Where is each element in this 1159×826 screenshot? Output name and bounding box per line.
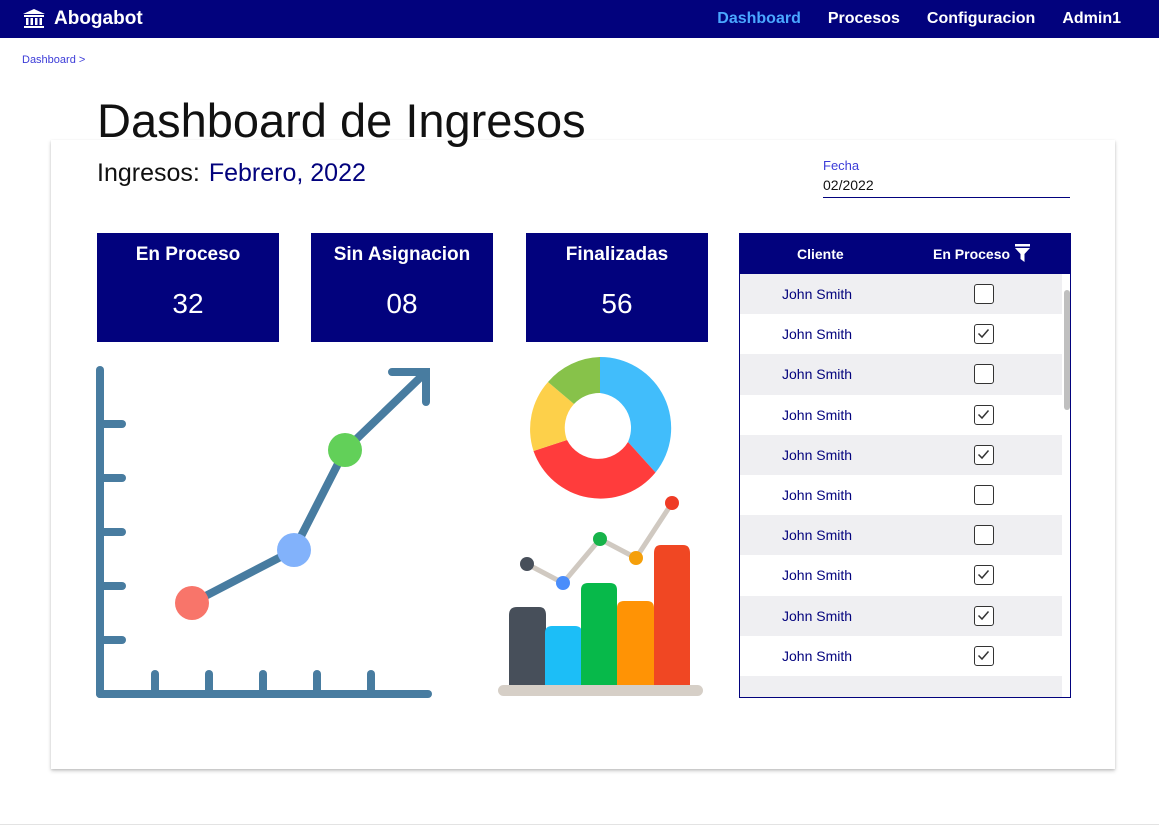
en-proceso-checkbox[interactable] xyxy=(974,284,994,304)
check-icon xyxy=(977,329,990,339)
stat-value: 32 xyxy=(172,288,204,319)
client-name: John Smith xyxy=(782,326,853,343)
page-title: Dashboard de Ingresos xyxy=(97,94,586,147)
en-proceso-checkbox[interactable] xyxy=(974,404,994,425)
client-name: John Smith xyxy=(782,486,853,503)
check-icon xyxy=(977,650,990,660)
ingresos-heading: Ingresos: Febrero, 2022 xyxy=(97,159,366,188)
table-row: John Smith xyxy=(740,595,1062,636)
table-row: John Smith xyxy=(740,395,1062,435)
table-row: John Smith xyxy=(740,354,1062,395)
nav-item-procesos[interactable]: Procesos xyxy=(828,10,900,28)
en-proceso-checkbox[interactable] xyxy=(974,645,994,666)
table-row xyxy=(740,675,1062,697)
breadcrumb[interactable]: Dashboard > xyxy=(22,54,85,66)
table-row: John Smith xyxy=(740,475,1062,515)
brand[interactable]: Abogabot xyxy=(22,6,143,32)
ingresos-month: Febrero, 2022 xyxy=(208,159,366,187)
stat-label: En Proceso xyxy=(135,244,241,265)
table-row: John Smith xyxy=(740,636,1062,676)
client-name: John Smith xyxy=(782,446,853,463)
fecha-label: Fecha xyxy=(823,158,860,173)
stat-sin-asignacion: Sin Asignacion 08 xyxy=(311,233,493,342)
brand-name: Abogabot xyxy=(54,8,143,29)
filter-icon[interactable] xyxy=(1015,244,1030,262)
nav-links: Dashboard Procesos Configuracion Admin1 xyxy=(690,0,1121,38)
en-proceso-checkbox[interactable] xyxy=(974,565,994,586)
ingresos-label: Ingresos: xyxy=(97,159,200,187)
en-proceso-checkbox[interactable] xyxy=(974,525,994,546)
column-header-cliente: Cliente xyxy=(797,246,844,262)
client-name: John Smith xyxy=(782,567,853,584)
en-proceso-checkbox[interactable] xyxy=(974,484,994,505)
table-row: John Smith xyxy=(740,555,1062,595)
scrollbar-thumb[interactable] xyxy=(1064,290,1070,410)
check-icon xyxy=(977,570,990,580)
en-proceso-checkbox[interactable] xyxy=(974,444,994,465)
fecha-input[interactable] xyxy=(823,173,1070,198)
table-row: John Smith xyxy=(740,314,1062,354)
en-proceso-checkbox[interactable] xyxy=(974,364,994,385)
check-icon xyxy=(977,610,990,620)
client-name: John Smith xyxy=(782,366,853,383)
en-proceso-checkbox[interactable] xyxy=(974,324,994,345)
client-name: John Smith xyxy=(782,647,853,664)
stat-value: 56 xyxy=(601,288,633,319)
stat-en-proceso: En Proceso 32 xyxy=(97,233,279,342)
check-icon xyxy=(977,409,990,419)
client-name: John Smith xyxy=(782,286,853,302)
column-header-en-proceso: En Proceso xyxy=(933,246,1011,262)
table-row: John Smith xyxy=(740,515,1062,556)
stat-label: Finalizadas xyxy=(565,244,669,265)
stat-finalizadas: Finalizadas 56 xyxy=(526,233,708,342)
nav-item-configuracion[interactable]: Configuracion xyxy=(927,10,1035,28)
clients-table-header: Cliente En Proceso xyxy=(740,234,1070,274)
fecha-field: Fecha xyxy=(823,158,1070,198)
nav-item-dashboard[interactable]: Dashboard xyxy=(717,10,801,28)
clients-table-body: John Smith John Smith John Smith John Sm… xyxy=(740,274,1062,697)
nav-item-admin[interactable]: Admin1 xyxy=(1062,10,1121,28)
check-icon xyxy=(977,449,990,459)
client-name: John Smith xyxy=(782,527,853,544)
en-proceso-checkbox[interactable] xyxy=(974,605,994,626)
table-row: John Smith xyxy=(740,274,1062,315)
table-row: John Smith xyxy=(740,434,1062,475)
donut-chart-illustration xyxy=(530,356,672,499)
courthouse-icon xyxy=(23,9,45,28)
client-name: John Smith xyxy=(782,406,853,423)
top-navbar: Abogabot Dashboard Procesos Configuracio… xyxy=(0,0,1159,38)
stat-label: Sin Asignacion xyxy=(333,244,471,265)
bar-chart-illustration xyxy=(498,496,703,696)
growth-chart-illustration xyxy=(96,366,432,698)
clients-table: Cliente En Proceso John Smith John Smith… xyxy=(739,233,1071,698)
page-bottom-divider xyxy=(0,824,1159,825)
client-name: John Smith xyxy=(782,607,853,624)
stat-value: 08 xyxy=(386,288,418,319)
